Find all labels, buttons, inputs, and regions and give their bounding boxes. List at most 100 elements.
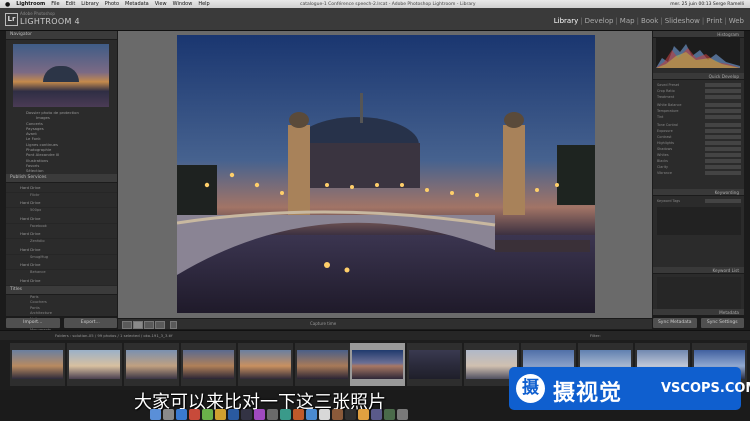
module-web[interactable]: Web [729,17,744,25]
publish-service[interactable]: Hard Drive [6,183,117,193]
system-prefs-icon[interactable] [267,409,278,420]
menu-item-window[interactable]: Window [173,1,193,7]
qd-slider[interactable] [705,135,741,139]
menu-item-lightroom[interactable]: Lightroom [16,1,45,7]
sync-metadata-button[interactable]: Sync Metadata [653,318,697,328]
menu-item-metadata[interactable]: Metadata [125,1,149,7]
publish-service[interactable]: Hard Drive [6,245,117,255]
module-map[interactable]: Map [620,17,635,25]
messages-icon[interactable] [202,409,213,420]
qd-slider[interactable] [705,115,741,119]
histogram-header[interactable]: Histogram [653,31,744,38]
folder-tree: Dossier photo de protection Images Conce… [6,110,117,174]
filmstrip-thumb[interactable] [181,343,236,386]
keyword-entry-box[interactable] [657,207,741,235]
apple-menu-icon[interactable]: ● [5,1,10,8]
menu-bar: ● Lightroom File Edit Library Photo Meta… [0,0,750,8]
quick-develop-header[interactable]: Quick Develop [653,73,744,80]
menu-item-help[interactable]: Help [198,1,209,7]
keyword-list-header[interactable]: Keyword List [653,267,744,274]
qd-slider[interactable] [705,165,741,169]
menu-item-view[interactable]: View [155,1,167,7]
grid-view-button[interactable] [122,321,132,329]
navigator-preview[interactable] [13,44,109,107]
module-slideshow[interactable]: Slideshow [665,17,700,25]
filmstrip-thumb[interactable] [67,343,122,386]
metadata-header[interactable]: Metadata [653,309,744,316]
module-picker: Library | Develop | Map | Book | Slideshow | … [553,17,744,25]
dock-app-icon[interactable] [371,409,382,420]
module-print[interactable]: Print [706,17,722,25]
module-library[interactable]: Library [554,17,578,25]
menu-item-library[interactable]: Library [81,1,98,7]
sync-settings-button[interactable]: Sync Settings [700,318,744,328]
qd-label: Temperature [657,109,679,113]
qd-dropdown[interactable] [705,123,741,127]
finder-icon[interactable] [150,409,161,420]
preview-icon[interactable] [319,409,330,420]
qd-slider[interactable] [705,129,741,133]
publish-services-header[interactable]: Publish Services [6,173,117,183]
compare-view-button[interactable] [144,321,154,329]
loupe-view-button[interactable] [133,321,143,329]
module-book[interactable]: Book [641,17,658,25]
filmstrip-thumb[interactable] [238,343,293,386]
safari-icon[interactable] [176,409,187,420]
import-button[interactable]: Import... [6,318,60,328]
menu-item-file[interactable]: File [51,1,59,7]
publish-service[interactable]: Hard Drive [6,260,117,271]
qd-dropdown[interactable] [705,95,741,99]
qd-label: Tone Control [657,123,679,127]
photoshop-icon[interactable] [228,409,239,420]
lightroom-dock-icon[interactable] [241,409,252,420]
filmstrip-thumb[interactable] [124,343,179,386]
publish-service[interactable]: Hard Drive [6,214,117,224]
filmstrip-thumb[interactable] [407,343,462,386]
filmstrip-thumb[interactable] [295,343,350,386]
qd-dropdown[interactable] [705,103,741,107]
main-photo[interactable] [177,35,595,313]
menu-item-photo[interactable]: Photo [105,1,119,7]
qd-label: Highlights [657,141,675,145]
keyword-tags-dropdown[interactable] [705,199,741,203]
watermark-badge: 摄 摄视觉 VSCOPS.COM [509,367,750,410]
painter-icon[interactable] [170,321,177,329]
qd-dropdown[interactable] [705,83,741,87]
titles-header[interactable]: Titles [6,285,117,295]
qd-slider[interactable] [705,159,741,163]
survey-view-button[interactable] [155,321,165,329]
qd-slider[interactable] [705,141,741,145]
module-develop[interactable]: Develop [585,17,614,25]
qd-slider[interactable] [705,147,741,151]
dock-app-icon[interactable] [384,409,395,420]
launchpad-icon[interactable] [163,409,174,420]
notes-icon[interactable] [215,409,226,420]
filmstrip-source[interactable]: Folders : solution-05 / 99 photos / 1 se… [55,333,172,338]
filmstrip-thumb-selected[interactable] [350,343,405,386]
mail-icon[interactable] [306,409,317,420]
filmstrip-filter-label[interactable]: Filter: [590,333,601,338]
app-store-icon[interactable] [280,409,291,420]
qd-slider[interactable] [705,153,741,157]
qd-slider[interactable] [705,171,741,175]
menu-item-edit[interactable]: Edit [66,1,76,7]
vlc-icon[interactable] [358,409,369,420]
filmstrip-thumb[interactable] [10,343,65,386]
calendar-icon[interactable] [189,409,200,420]
export-button[interactable]: Export... [63,318,117,328]
itunes-icon[interactable] [254,409,265,420]
skype-icon[interactable] [332,409,343,420]
publish-service[interactable]: Hard Drive [6,229,117,240]
navigator-header[interactable]: Navigator [6,31,117,40]
qd-slider[interactable] [705,109,741,113]
firefox-icon[interactable] [293,409,304,420]
keyword-list[interactable] [657,277,741,311]
sort-label[interactable]: Capture time [310,321,336,326]
trash-icon[interactable] [397,409,408,420]
keywording-header[interactable]: Keywording [653,189,744,196]
terminal-icon[interactable] [345,409,356,420]
qd-dropdown[interactable] [705,89,741,93]
mac-dock [150,407,600,421]
publish-service[interactable]: Hard Drive [6,276,117,286]
publish-service[interactable]: Hard Drive [6,198,117,209]
